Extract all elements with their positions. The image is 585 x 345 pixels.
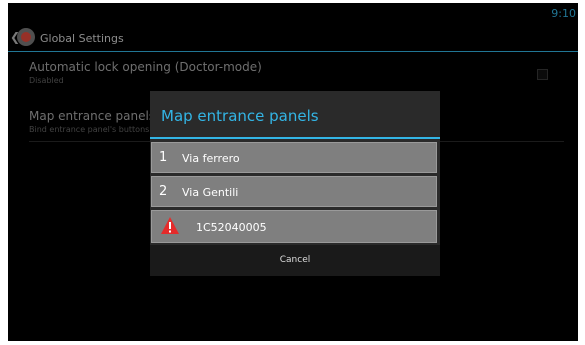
item-label: 1C52040005 <box>196 221 267 234</box>
item-number: 1 <box>159 150 168 165</box>
list-item-1c52040005[interactable]: 1C52040005 <box>151 210 437 243</box>
item-number: 2 <box>159 184 168 199</box>
dialog-title-divider <box>150 137 440 139</box>
cancel-button[interactable]: Cancel <box>150 245 440 276</box>
map-entrance-panels-dialog: Map entrance panels 1 Via ferrero 2 Via … <box>150 91 440 276</box>
device-screen: 9:10 ❮ Global Settings Automatic lock op… <box>8 3 578 341</box>
item-label: Via Gentili <box>182 186 239 199</box>
item-label: Via ferrero <box>182 152 240 165</box>
list-item-via-ferrero[interactable]: 1 Via ferrero <box>151 142 437 173</box>
dialog-button-bar: Cancel <box>150 245 440 276</box>
warning-icon <box>161 217 179 234</box>
list-item-via-gentili[interactable]: 2 Via Gentili <box>151 176 437 207</box>
dialog-title: Map entrance panels <box>161 107 319 125</box>
